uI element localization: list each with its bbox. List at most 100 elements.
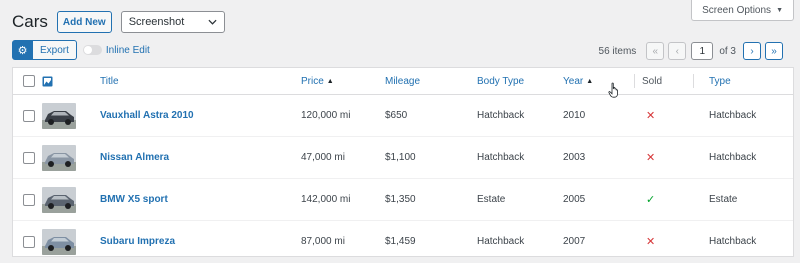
table-row[interactable]: Nissan Almera 47,000 mi $1,100 Hatchback 200… (13, 137, 793, 179)
table-toolbar: ⚙ Export Inline Edit (12, 40, 150, 60)
column-divider (693, 74, 694, 88)
page-title: Cars (12, 12, 48, 31)
car-photo (42, 186, 76, 213)
cell-text: 2005 (563, 194, 586, 205)
export-button[interactable]: Export (33, 40, 77, 60)
column-header-title[interactable]: Title (100, 68, 119, 94)
column-header-body-type[interactable]: Body Type (477, 68, 524, 94)
row-title-link[interactable]: Nissan Almera (100, 152, 169, 163)
screen-options-button[interactable]: Screen Options ▼ (691, 0, 794, 21)
inline-edit-toggle[interactable]: Inline Edit (82, 44, 150, 56)
total-pages-label: of 3 (719, 45, 736, 57)
inline-edit-label: Inline Edit (105, 44, 150, 56)
column-price-label: Price (301, 75, 324, 87)
next-page-button[interactable]: › (743, 42, 761, 60)
cell-type: Hatchback (709, 95, 756, 136)
cell-mileage: $1,459 (385, 221, 416, 262)
cell-text: 2003 (563, 152, 586, 163)
table-row[interactable]: BMW X5 sport 142,000 mi $1,350 Estate 2005 ✓ E… (13, 179, 793, 221)
column-header-type[interactable]: Type (709, 68, 731, 94)
cell-sold: ✕ (646, 95, 655, 136)
cell-body-type: Hatchback (477, 137, 524, 178)
column-year-label: Year (563, 75, 584, 87)
gear-icon[interactable]: ⚙ (12, 40, 33, 60)
row-select-cell (23, 95, 35, 136)
cell-text: Hatchback (477, 236, 525, 247)
row-title-link[interactable]: Vauxhall Astra 2010 (100, 110, 194, 121)
cell-price: 142,000 mi (301, 179, 350, 220)
column-header-mileage[interactable]: Mileage (385, 68, 420, 94)
cell-text: 87,000 mi (301, 236, 345, 247)
column-body-type-label: Body Type (477, 75, 525, 87)
current-page-input[interactable]: 1 (691, 42, 714, 60)
triangle-down-icon: ▼ (776, 6, 783, 14)
cell-text: Hatchback (709, 110, 757, 121)
column-divider (634, 74, 635, 88)
prev-page-button[interactable]: ‹ (668, 42, 687, 60)
row-select-cell (23, 221, 35, 262)
last-page-button[interactable]: » (765, 42, 783, 60)
car-thumbnail[interactable] (42, 186, 76, 213)
column-header-year[interactable]: Year ▲ (563, 68, 593, 94)
thumbnail-cell (42, 137, 76, 178)
car-thumbnail[interactable] (42, 144, 76, 171)
cell-type: Hatchback (709, 137, 756, 178)
row-title-link[interactable]: BMW X5 sport (100, 194, 168, 205)
table-row[interactable]: Vauxhall Astra 2010 120,000 mi $650 Hatchba… (13, 95, 793, 137)
cell-title[interactable]: Vauxhall Astra 2010 (100, 95, 194, 136)
table-row[interactable]: Subaru Impreza 87,000 mi $1,459 Hatchback 20… (13, 221, 793, 263)
cross-icon: ✕ (646, 152, 656, 164)
cell-title[interactable]: Subaru Impreza (100, 221, 175, 262)
column-header-price[interactable]: Price ▲ (301, 68, 334, 94)
thumbnail-column-header[interactable] (42, 68, 53, 94)
cell-text: Hatchback (477, 152, 525, 163)
view-select[interactable]: Screenshot (120, 11, 225, 33)
chevron-down-icon (208, 19, 217, 25)
item-count: 56 items (598, 45, 637, 57)
cell-year: 2003 (563, 137, 585, 178)
row-checkbox[interactable] (23, 193, 35, 206)
row-checkbox[interactable] (23, 109, 35, 122)
page-header: Cars Add New Screenshot (12, 11, 225, 33)
row-title-link[interactable]: Subaru Impreza (100, 236, 175, 247)
row-checkbox[interactable] (23, 151, 35, 164)
row-checkbox[interactable] (23, 235, 35, 248)
sort-ascending-icon: ▲ (586, 77, 594, 85)
add-new-button[interactable]: Add New (56, 11, 112, 33)
cell-text: $650 (385, 110, 408, 121)
toggle-switch[interactable] (82, 45, 102, 55)
cross-icon: ✕ (646, 110, 656, 122)
sort-ascending-icon: ▲ (326, 77, 334, 85)
column-mileage-label: Mileage (385, 75, 421, 87)
cell-text: Hatchback (477, 110, 525, 121)
cell-body-type: Hatchback (477, 95, 524, 136)
screen-options-label: Screen Options (702, 4, 772, 16)
row-select-cell (23, 179, 35, 220)
table-header: Title Price ▲ Mileage Body Type Year ▲ Sol… (13, 68, 793, 95)
thumbnail-cell (42, 179, 76, 220)
cell-type: Estate (709, 179, 737, 220)
column-title-label: Title (100, 75, 119, 87)
cell-body-type: Hatchback (477, 221, 524, 262)
pagination: 56 items « ‹ 1 of 3 › » (599, 42, 783, 60)
cell-mileage: $1,350 (385, 179, 416, 220)
cell-text: Hatchback (709, 236, 757, 247)
cell-sold: ✕ (646, 137, 655, 178)
cell-text: $1,100 (385, 152, 416, 163)
car-thumbnail[interactable] (42, 102, 76, 129)
cell-text: Estate (477, 194, 506, 205)
thumbnail-cell (42, 221, 76, 262)
cell-text: 2007 (563, 236, 586, 247)
car-photo (42, 144, 76, 171)
cell-title[interactable]: Nissan Almera (100, 137, 169, 178)
row-select-cell (23, 137, 35, 178)
cell-text: 142,000 mi (301, 194, 351, 205)
cell-mileage: $1,100 (385, 137, 416, 178)
cell-price: 87,000 mi (301, 221, 345, 262)
cell-title[interactable]: BMW X5 sport (100, 179, 168, 220)
cell-price: 120,000 mi (301, 95, 350, 136)
cell-text: 47,000 mi (301, 152, 345, 163)
action-button-group: ⚙ Export (12, 40, 77, 60)
first-page-button[interactable]: « (646, 42, 665, 60)
select-all-checkbox[interactable] (23, 75, 35, 87)
